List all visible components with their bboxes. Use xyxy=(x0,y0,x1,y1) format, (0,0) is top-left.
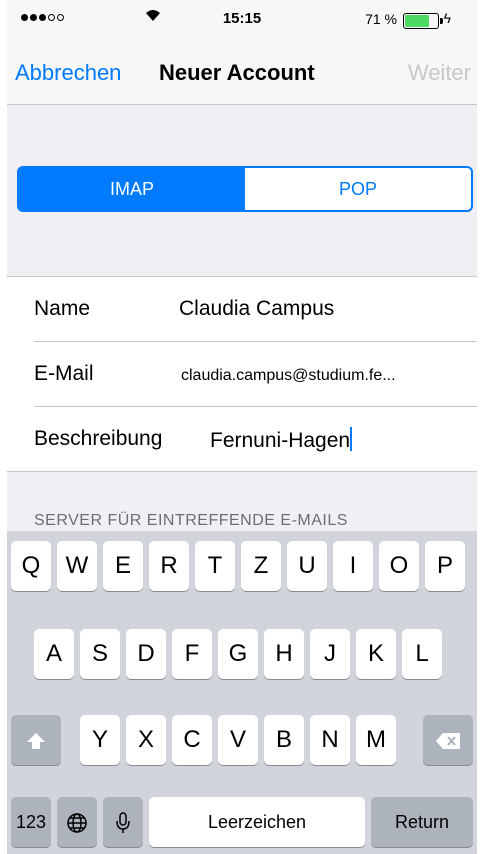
key-r[interactable]: R xyxy=(149,541,189,591)
charging-icon: ϟ xyxy=(443,10,451,26)
email-row[interactable]: E-Mail claudia.campus@studium.fe... xyxy=(7,342,477,406)
numbers-key[interactable]: 123 xyxy=(11,797,51,847)
battery-icon xyxy=(403,13,443,29)
description-value: Fernuni-Hagen xyxy=(210,429,351,452)
space-key[interactable]: Leerzeichen xyxy=(149,797,365,847)
microphone-icon xyxy=(116,811,130,833)
key-p[interactable]: P xyxy=(425,541,465,591)
key-i[interactable]: I xyxy=(333,541,373,591)
key-h[interactable]: H xyxy=(264,629,304,679)
segment-imap[interactable]: IMAP xyxy=(19,168,245,210)
key-u[interactable]: U xyxy=(287,541,327,591)
key-t[interactable]: T xyxy=(195,541,235,591)
key-w[interactable]: W xyxy=(57,541,97,591)
return-key[interactable]: Return xyxy=(371,797,473,847)
key-o[interactable]: O xyxy=(379,541,419,591)
name-field[interactable]: Claudia Campus xyxy=(179,297,334,321)
status-bar: 15:15 71 % ϟ xyxy=(7,0,477,40)
key-v[interactable]: V xyxy=(218,715,258,765)
description-row[interactable]: Beschreibung Fernuni-Hagen xyxy=(7,407,477,471)
key-c[interactable]: C xyxy=(172,715,212,765)
shift-icon xyxy=(27,732,45,749)
delete-key[interactable] xyxy=(423,715,473,765)
key-j[interactable]: J xyxy=(310,629,350,679)
key-q[interactable]: Q xyxy=(11,541,51,591)
email-field[interactable]: claudia.campus@studium.fe... xyxy=(181,367,396,385)
segment-pop[interactable]: POP xyxy=(245,168,471,210)
key-m[interactable]: M xyxy=(356,715,396,765)
account-type-segmented-control: IMAP POP xyxy=(17,166,473,212)
battery-fill xyxy=(405,15,430,27)
navigation-bar: Abbrechen Neuer Account Weiter xyxy=(7,40,477,105)
incoming-server-section-header: SERVER FÜR EINTREFFENDE E-MAILS xyxy=(34,512,348,529)
battery-percentage: 71 % xyxy=(365,11,397,27)
description-label: Beschreibung xyxy=(34,427,163,450)
key-x[interactable]: X xyxy=(126,715,166,765)
page-title: Neuer Account xyxy=(159,60,315,85)
next-button[interactable]: Weiter xyxy=(408,60,471,86)
description-field[interactable]: Fernuni-Hagen xyxy=(210,427,353,453)
key-f[interactable]: F xyxy=(172,629,212,679)
key-g[interactable]: G xyxy=(218,629,258,679)
key-k[interactable]: K xyxy=(356,629,396,679)
name-label: Name xyxy=(34,297,91,320)
microphone-key[interactable] xyxy=(103,797,143,847)
email-label: E-Mail xyxy=(34,362,94,385)
key-b[interactable]: B xyxy=(264,715,304,765)
key-s[interactable]: S xyxy=(80,629,120,679)
delete-icon xyxy=(436,732,460,749)
key-l[interactable]: L xyxy=(402,629,442,679)
account-form: Name Claudia Campus E-Mail claudia.campu… xyxy=(7,276,477,472)
phone-screen: 15:15 71 % ϟ Abbrechen Neuer Account Wei… xyxy=(7,0,477,854)
key-e[interactable]: E xyxy=(103,541,143,591)
cancel-button[interactable]: Abbrechen xyxy=(15,60,121,86)
globe-icon xyxy=(67,812,87,833)
shift-key[interactable] xyxy=(11,715,61,765)
globe-key[interactable] xyxy=(57,797,97,847)
key-a[interactable]: A xyxy=(34,629,74,679)
name-row[interactable]: Name Claudia Campus xyxy=(7,277,477,341)
key-y[interactable]: Y xyxy=(80,715,120,765)
keyboard: Q W E R T Z U I O P A S D F G H J K L Y … xyxy=(7,531,477,854)
key-z[interactable]: Z xyxy=(241,541,281,591)
key-n[interactable]: N xyxy=(310,715,350,765)
text-cursor xyxy=(350,427,353,451)
key-d[interactable]: D xyxy=(126,629,166,679)
